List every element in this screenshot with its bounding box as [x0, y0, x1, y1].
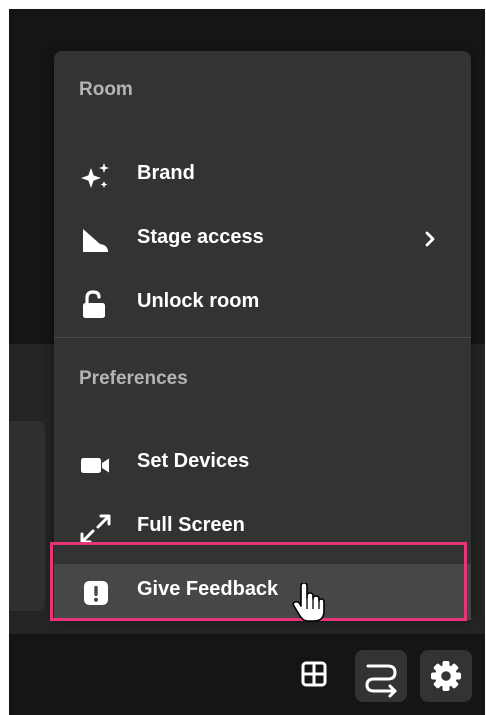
grid-layout-button[interactable] — [297, 657, 331, 691]
section-label-preferences: Preferences — [79, 368, 188, 389]
menu-item-label: Set Devices — [137, 450, 250, 472]
sparkles-icon — [80, 162, 114, 192]
unlock-icon — [80, 290, 114, 320]
settings-button[interactable] — [420, 650, 472, 702]
section-label-room: Room — [79, 79, 133, 100]
settings-menu: Room Brand Stage access Unlock room Pref… — [54, 51, 471, 620]
camera-icon — [80, 450, 114, 480]
highlight-annotation — [50, 542, 467, 621]
app-screen: Room Brand Stage access Unlock room Pref… — [9, 9, 485, 715]
menu-item-label: Unlock room — [137, 290, 260, 312]
hand-cursor-icon — [292, 582, 326, 628]
menu-item-unlock-room[interactable]: Unlock room — [54, 276, 471, 332]
menu-item-label: Brand — [137, 162, 195, 184]
menu-item-set-devices[interactable]: Set Devices — [54, 436, 471, 492]
menu-item-label: Stage access — [137, 226, 264, 248]
menu-divider — [54, 337, 471, 338]
menu-item-stage-access[interactable]: Stage access — [54, 212, 471, 268]
chevron-right-icon — [424, 231, 436, 252]
menu-item-label: Full Screen — [137, 514, 245, 536]
background-card — [9, 421, 45, 611]
menu-item-brand[interactable]: Brand — [54, 148, 471, 204]
swap-layout-button[interactable] — [355, 650, 407, 702]
fullscreen-icon — [80, 514, 114, 544]
stage-icon — [80, 226, 114, 256]
